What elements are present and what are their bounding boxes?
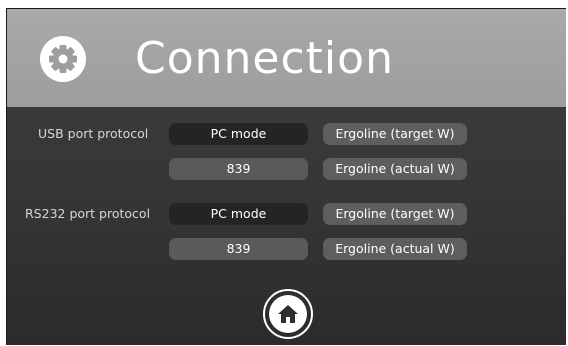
- usb-port-label: USB port protocol: [38, 126, 149, 141]
- home-icon: [269, 295, 307, 333]
- usb-number-field[interactable]: 839: [169, 158, 308, 180]
- connection-screen: Connection USB port protocol PC mode Erg…: [6, 8, 566, 345]
- usb-mode-button[interactable]: PC mode: [169, 123, 308, 145]
- gear-icon: [40, 36, 86, 82]
- rs232-port-label: RS232 port protocol: [25, 206, 151, 221]
- usb-ergoline-target-button[interactable]: Ergoline (target W): [323, 123, 467, 145]
- home-button[interactable]: [263, 289, 313, 339]
- rs232-number-field[interactable]: 839: [169, 238, 308, 260]
- header-bar: Connection: [7, 9, 566, 107]
- rs232-mode-button[interactable]: PC mode: [169, 203, 308, 225]
- usb-ergoline-actual-button[interactable]: Ergoline (actual W): [323, 158, 467, 180]
- page-title: Connection: [135, 33, 394, 84]
- rs232-ergoline-target-button[interactable]: Ergoline (target W): [323, 203, 467, 225]
- rs232-ergoline-actual-button[interactable]: Ergoline (actual W): [323, 238, 467, 260]
